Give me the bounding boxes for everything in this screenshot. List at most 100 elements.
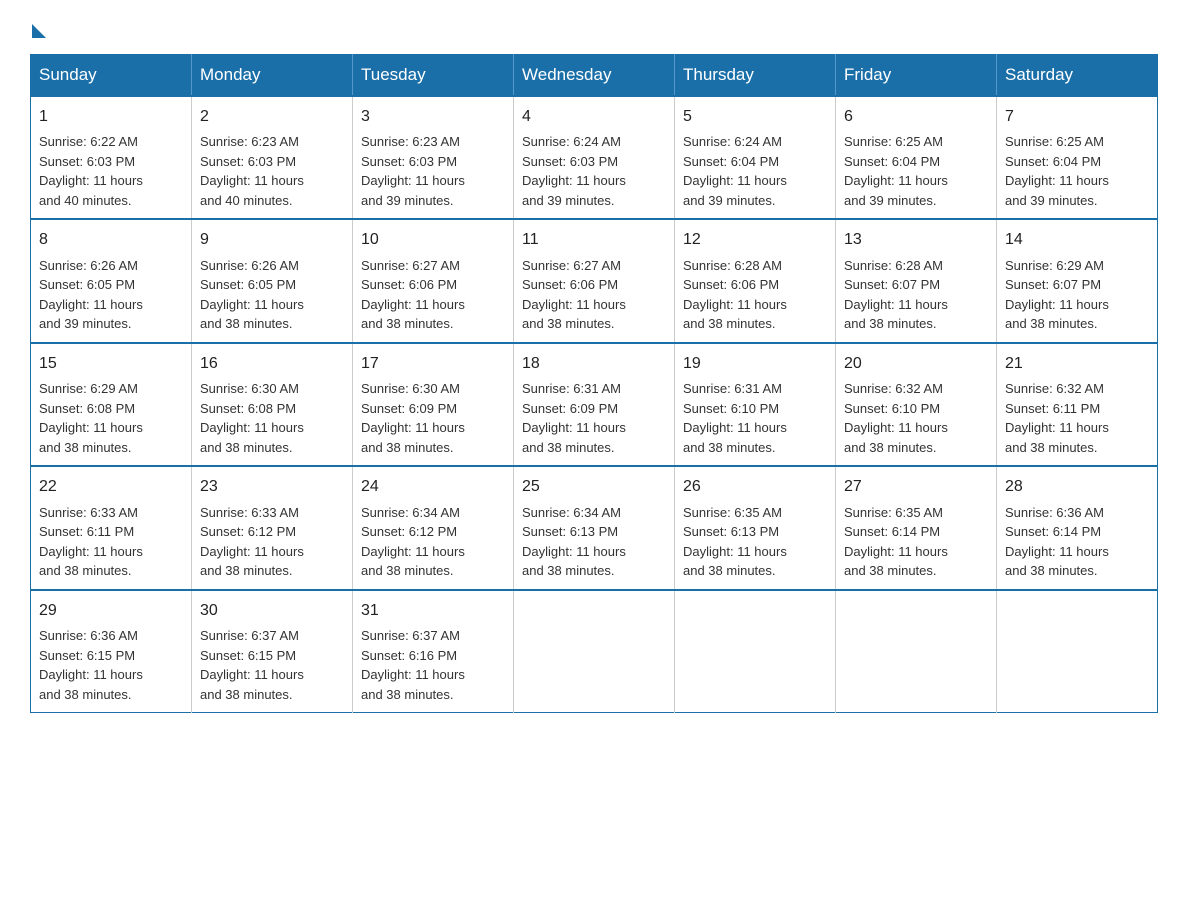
day-info: Sunrise: 6:26 AMSunset: 6:05 PMDaylight:…: [39, 258, 143, 332]
calendar-header-row: SundayMondayTuesdayWednesdayThursdayFrid…: [31, 55, 1158, 97]
calendar-day: 16 Sunrise: 6:30 AMSunset: 6:08 PMDayligh…: [192, 343, 353, 466]
day-info: Sunrise: 6:24 AMSunset: 6:04 PMDaylight:…: [683, 134, 787, 208]
calendar-table: SundayMondayTuesdayWednesdayThursdayFrid…: [30, 54, 1158, 713]
day-number: 1: [39, 105, 183, 128]
day-number: 22: [39, 475, 183, 498]
calendar-day: 23 Sunrise: 6:33 AMSunset: 6:12 PMDayligh…: [192, 466, 353, 589]
day-info: Sunrise: 6:30 AMSunset: 6:08 PMDaylight:…: [200, 381, 304, 455]
day-info: Sunrise: 6:36 AMSunset: 6:14 PMDaylight:…: [1005, 505, 1109, 579]
weekday-header-saturday: Saturday: [997, 55, 1158, 97]
day-number: 3: [361, 105, 505, 128]
day-info: Sunrise: 6:28 AMSunset: 6:06 PMDaylight:…: [683, 258, 787, 332]
calendar-day: [997, 590, 1158, 713]
day-info: Sunrise: 6:35 AMSunset: 6:14 PMDaylight:…: [844, 505, 948, 579]
calendar-day: 29 Sunrise: 6:36 AMSunset: 6:15 PMDayligh…: [31, 590, 192, 713]
calendar-week-3: 15 Sunrise: 6:29 AMSunset: 6:08 PMDayligh…: [31, 343, 1158, 466]
day-number: 30: [200, 599, 344, 622]
day-number: 15: [39, 352, 183, 375]
day-number: 11: [522, 228, 666, 251]
calendar-day: [836, 590, 997, 713]
logo-top: [30, 20, 46, 38]
day-info: Sunrise: 6:25 AMSunset: 6:04 PMDaylight:…: [844, 134, 948, 208]
day-info: Sunrise: 6:31 AMSunset: 6:09 PMDaylight:…: [522, 381, 626, 455]
calendar-week-2: 8 Sunrise: 6:26 AMSunset: 6:05 PMDaylight…: [31, 219, 1158, 342]
calendar-week-5: 29 Sunrise: 6:36 AMSunset: 6:15 PMDayligh…: [31, 590, 1158, 713]
day-number: 13: [844, 228, 988, 251]
calendar-day: 6Sunrise: 6:25 AMSunset: 6:04 PMDaylight…: [836, 96, 997, 219]
day-info: Sunrise: 6:34 AMSunset: 6:13 PMDaylight:…: [522, 505, 626, 579]
day-number: 9: [200, 228, 344, 251]
day-info: Sunrise: 6:36 AMSunset: 6:15 PMDaylight:…: [39, 628, 143, 702]
day-info: Sunrise: 6:27 AMSunset: 6:06 PMDaylight:…: [522, 258, 626, 332]
calendar-day: 17Sunrise: 6:30 AMSunset: 6:09 PMDayligh…: [353, 343, 514, 466]
logo-arrow-icon: [32, 24, 46, 38]
day-info: Sunrise: 6:29 AMSunset: 6:07 PMDaylight:…: [1005, 258, 1109, 332]
day-number: 12: [683, 228, 827, 251]
day-number: 7: [1005, 105, 1149, 128]
day-info: Sunrise: 6:30 AMSunset: 6:09 PMDaylight:…: [361, 381, 465, 455]
day-info: Sunrise: 6:32 AMSunset: 6:10 PMDaylight:…: [844, 381, 948, 455]
calendar-day: 9 Sunrise: 6:26 AMSunset: 6:05 PMDaylight…: [192, 219, 353, 342]
calendar-day: 19 Sunrise: 6:31 AMSunset: 6:10 PMDayligh…: [675, 343, 836, 466]
calendar-day: 3 Sunrise: 6:23 AMSunset: 6:03 PMDaylight…: [353, 96, 514, 219]
day-number: 29: [39, 599, 183, 622]
day-info: Sunrise: 6:24 AMSunset: 6:03 PMDaylight:…: [522, 134, 626, 208]
weekday-header-tuesday: Tuesday: [353, 55, 514, 97]
day-info: Sunrise: 6:22 AMSunset: 6:03 PMDaylight:…: [39, 134, 143, 208]
calendar-day: 12 Sunrise: 6:28 AMSunset: 6:06 PMDayligh…: [675, 219, 836, 342]
day-number: 4: [522, 105, 666, 128]
calendar-day: 30 Sunrise: 6:37 AMSunset: 6:15 PMDayligh…: [192, 590, 353, 713]
day-info: Sunrise: 6:35 AMSunset: 6:13 PMDaylight:…: [683, 505, 787, 579]
calendar-day: 18Sunrise: 6:31 AMSunset: 6:09 PMDayligh…: [514, 343, 675, 466]
calendar-day: 14 Sunrise: 6:29 AMSunset: 6:07 PMDayligh…: [997, 219, 1158, 342]
page-header: [30, 20, 1158, 34]
day-info: Sunrise: 6:28 AMSunset: 6:07 PMDaylight:…: [844, 258, 948, 332]
day-number: 24: [361, 475, 505, 498]
day-info: Sunrise: 6:33 AMSunset: 6:12 PMDaylight:…: [200, 505, 304, 579]
weekday-header-monday: Monday: [192, 55, 353, 97]
day-number: 16: [200, 352, 344, 375]
day-number: 21: [1005, 352, 1149, 375]
weekday-header-thursday: Thursday: [675, 55, 836, 97]
calendar-day: 7 Sunrise: 6:25 AMSunset: 6:04 PMDaylight…: [997, 96, 1158, 219]
day-info: Sunrise: 6:37 AMSunset: 6:15 PMDaylight:…: [200, 628, 304, 702]
day-info: Sunrise: 6:27 AMSunset: 6:06 PMDaylight:…: [361, 258, 465, 332]
calendar-day: 31 Sunrise: 6:37 AMSunset: 6:16 PMDayligh…: [353, 590, 514, 713]
calendar-day: 10 Sunrise: 6:27 AMSunset: 6:06 PMDayligh…: [353, 219, 514, 342]
day-number: 31: [361, 599, 505, 622]
weekday-header-friday: Friday: [836, 55, 997, 97]
calendar-day: 24 Sunrise: 6:34 AMSunset: 6:12 PMDayligh…: [353, 466, 514, 589]
day-number: 8: [39, 228, 183, 251]
day-number: 27: [844, 475, 988, 498]
calendar-day: 13 Sunrise: 6:28 AMSunset: 6:07 PMDayligh…: [836, 219, 997, 342]
calendar-day: 21Sunrise: 6:32 AMSunset: 6:11 PMDayligh…: [997, 343, 1158, 466]
calendar-week-4: 22 Sunrise: 6:33 AMSunset: 6:11 PMDayligh…: [31, 466, 1158, 589]
day-info: Sunrise: 6:25 AMSunset: 6:04 PMDaylight:…: [1005, 134, 1109, 208]
calendar-day: 25Sunrise: 6:34 AMSunset: 6:13 PMDayligh…: [514, 466, 675, 589]
day-number: 23: [200, 475, 344, 498]
calendar-day: [675, 590, 836, 713]
calendar-day: 15 Sunrise: 6:29 AMSunset: 6:08 PMDayligh…: [31, 343, 192, 466]
calendar-day: 4 Sunrise: 6:24 AMSunset: 6:03 PMDaylight…: [514, 96, 675, 219]
calendar-day: 27 Sunrise: 6:35 AMSunset: 6:14 PMDayligh…: [836, 466, 997, 589]
weekday-header-wednesday: Wednesday: [514, 55, 675, 97]
day-info: Sunrise: 6:31 AMSunset: 6:10 PMDaylight:…: [683, 381, 787, 455]
day-info: Sunrise: 6:34 AMSunset: 6:12 PMDaylight:…: [361, 505, 465, 579]
day-number: 14: [1005, 228, 1149, 251]
calendar-day: 28 Sunrise: 6:36 AMSunset: 6:14 PMDayligh…: [997, 466, 1158, 589]
day-info: Sunrise: 6:26 AMSunset: 6:05 PMDaylight:…: [200, 258, 304, 332]
day-info: Sunrise: 6:33 AMSunset: 6:11 PMDaylight:…: [39, 505, 143, 579]
day-number: 19: [683, 352, 827, 375]
day-number: 20: [844, 352, 988, 375]
day-info: Sunrise: 6:23 AMSunset: 6:03 PMDaylight:…: [361, 134, 465, 208]
calendar-day: 26Sunrise: 6:35 AMSunset: 6:13 PMDayligh…: [675, 466, 836, 589]
day-number: 2: [200, 105, 344, 128]
day-number: 28: [1005, 475, 1149, 498]
calendar-day: 5Sunrise: 6:24 AMSunset: 6:04 PMDaylight…: [675, 96, 836, 219]
day-info: Sunrise: 6:37 AMSunset: 6:16 PMDaylight:…: [361, 628, 465, 702]
calendar-day: 8 Sunrise: 6:26 AMSunset: 6:05 PMDaylight…: [31, 219, 192, 342]
day-number: 10: [361, 228, 505, 251]
day-info: Sunrise: 6:23 AMSunset: 6:03 PMDaylight:…: [200, 134, 304, 208]
day-info: Sunrise: 6:29 AMSunset: 6:08 PMDaylight:…: [39, 381, 143, 455]
calendar-day: [514, 590, 675, 713]
